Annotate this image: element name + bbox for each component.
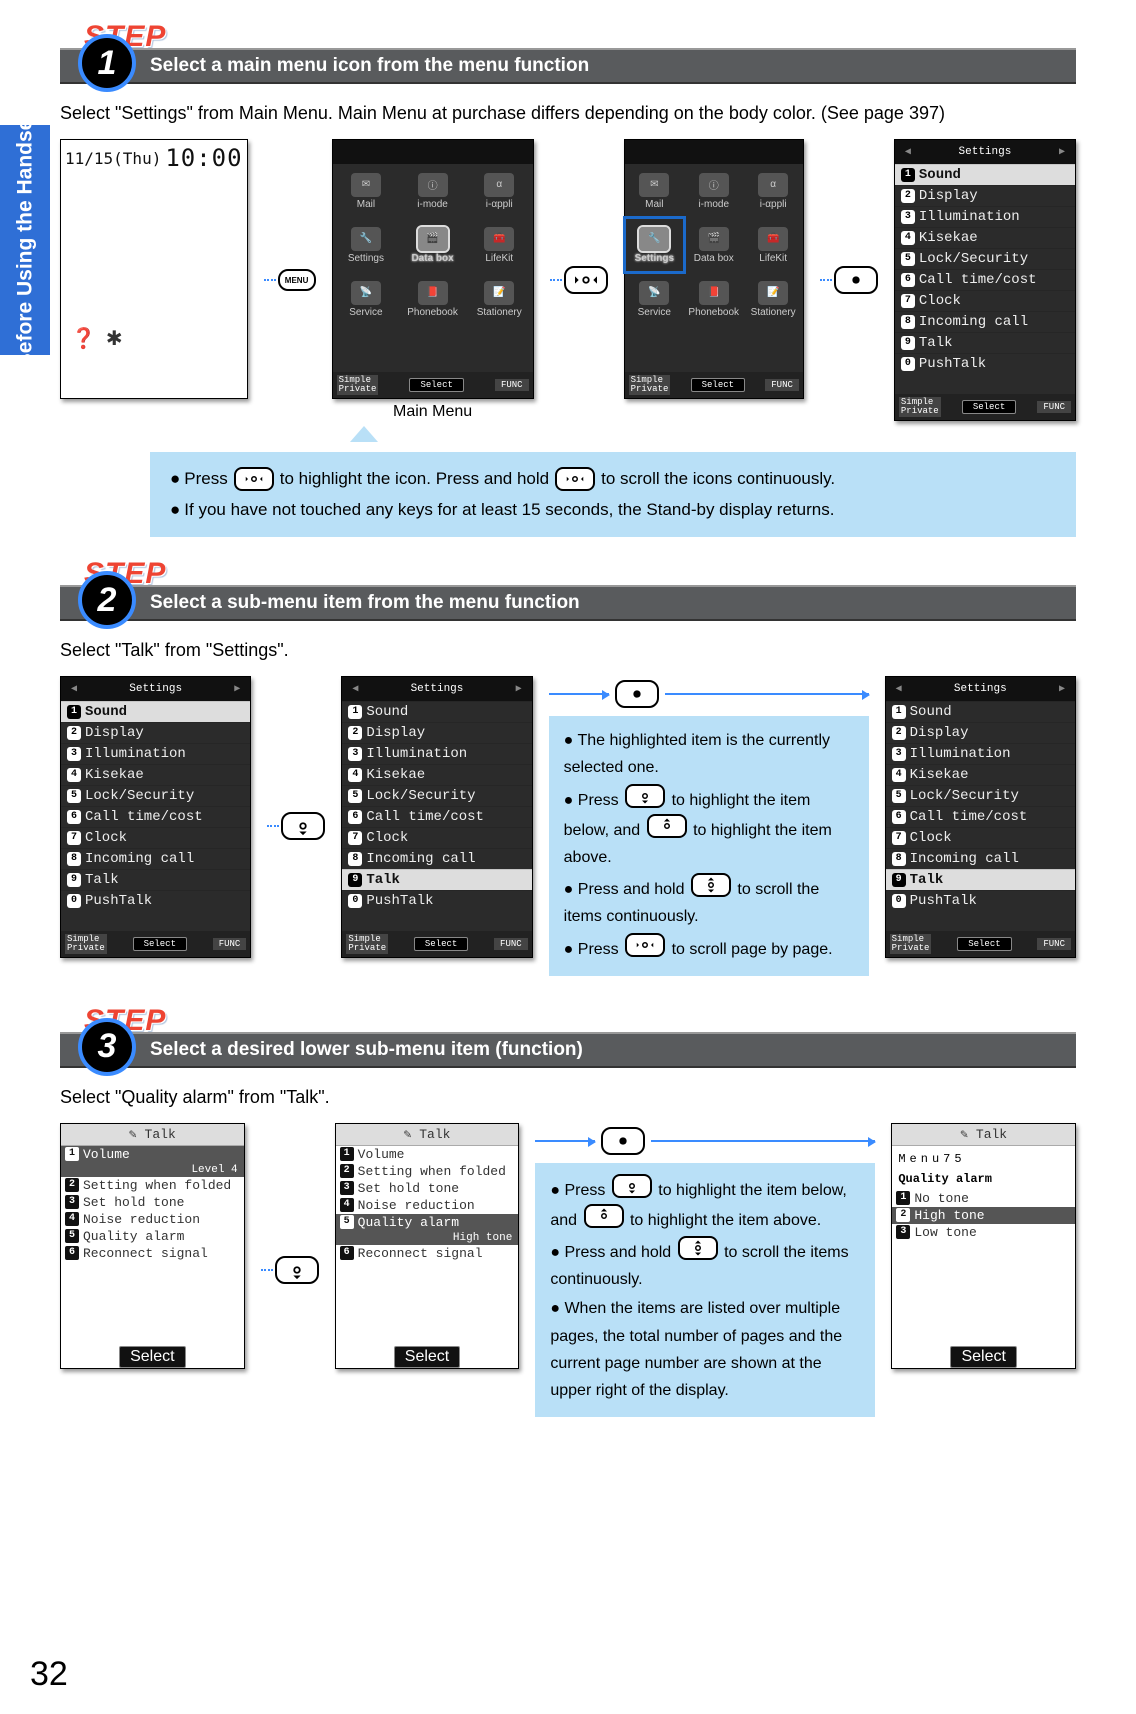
main-menu-caption: Main Menu xyxy=(393,403,472,421)
talk-list-screen: ✎ Talk 1Volume Level 4 2Setting when fol… xyxy=(60,1123,245,1369)
section-tab: Before Using the Handset xyxy=(0,125,50,355)
step-title-bar: Select a sub-menu item from the menu fun… xyxy=(60,585,1076,621)
dpad-ud-icon xyxy=(691,873,731,897)
settings-list-talk-copy: ◀Settings▶ 1Sound 2Display 3Illumination… xyxy=(885,676,1076,958)
step-instruction: Select "Settings" from Main Menu. Main M… xyxy=(60,100,1076,127)
talk-list-quality: ✎ Talk 1Volume 2Setting when folded 3Set… xyxy=(335,1123,520,1369)
main-menu-screen: ✉Mail ⓘi-mode αi-αppli 🔧Settings 🎬Data b… xyxy=(332,139,534,399)
step-number-badge: 2 xyxy=(78,571,136,629)
quality-alarm-screen: ✎ Talk Menu75 Quality alarm 1No tone 2Hi… xyxy=(891,1123,1076,1369)
dpad-up-icon xyxy=(647,814,687,838)
dpad-down-icon xyxy=(275,1256,319,1284)
dpad-down-icon xyxy=(612,1174,652,1198)
dpad-up-icon xyxy=(584,1204,624,1228)
main-menu-screen-settings: ✉Mail ⓘi-mode αi-αppli 🔧Settings 🎬Data b… xyxy=(624,139,804,399)
step-number-badge: 3 xyxy=(78,1018,136,1076)
step-title-bar: Select a main menu icon from the menu fu… xyxy=(60,48,1076,84)
step3-tip: ● Press to highlight the item below, and… xyxy=(535,1163,875,1418)
dpad-center-icon xyxy=(601,1127,645,1155)
dpad-center-icon xyxy=(615,680,659,708)
dpad-lr-icon xyxy=(564,266,608,294)
step-title-bar: Select a desired lower sub-menu item (fu… xyxy=(60,1032,1076,1068)
step2-tip: ● The highlighted item is the currently … xyxy=(549,716,869,976)
dpad-down-icon xyxy=(625,784,665,808)
dpad-down-icon xyxy=(281,812,325,840)
step-number-badge: 1 xyxy=(78,34,136,92)
menu-key-icon: MENU xyxy=(278,269,316,291)
settings-list-screen: ◀Settings▶ 1Sound 2Display 3Illumination… xyxy=(60,676,251,958)
step-instruction: Select "Talk" from "Settings". xyxy=(60,637,1076,664)
dpad-center-icon xyxy=(834,266,878,294)
standby-screen: 11/15(Thu) 10:00 ❓✱ xyxy=(60,139,248,399)
page-number: 32 xyxy=(30,1655,68,1694)
dpad-lr-icon xyxy=(555,467,595,491)
callout-pointer xyxy=(350,426,378,442)
dpad-ud-icon xyxy=(678,1236,718,1260)
settings-list-talk: ◀Settings▶ 1Sound 2Display 3Illumination… xyxy=(341,676,532,958)
dpad-lr-icon xyxy=(234,467,274,491)
step-instruction: Select "Quality alarm" from "Talk". xyxy=(60,1084,1076,1111)
dpad-lr-icon xyxy=(625,933,665,957)
step1-note: ● Press to highlight the icon. Press and… xyxy=(150,452,1076,537)
settings-list-screen: ◀Settings▶ 1Sound 2Display 3Illumination… xyxy=(894,139,1076,421)
